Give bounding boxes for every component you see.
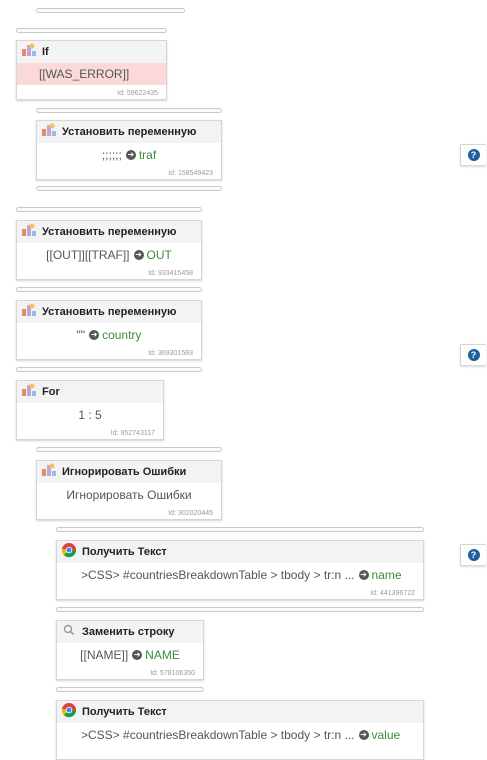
variable-block-icon	[41, 123, 57, 142]
block-id: Id: 158549423	[168, 170, 213, 177]
connector	[56, 527, 424, 532]
block-title: For	[42, 386, 60, 398]
block-id: Id: 952743117	[110, 430, 155, 437]
connector	[16, 28, 167, 33]
block-value: ;;;;;; ➜ traf	[101, 148, 157, 162]
block-id: Id: 441396722	[370, 590, 415, 597]
arrow-right-circle-icon: ➜	[358, 730, 369, 740]
variable-name: name	[371, 568, 402, 582]
variable-name: traf	[138, 148, 157, 162]
arrow-right-circle-icon: ➜	[133, 250, 144, 260]
block-if[interactable]: If [[WAS_ERROR]] Id: 59622435	[16, 40, 167, 100]
connector	[36, 186, 222, 191]
block-value: [[OUT]][[TRAF]] ➜ OUT	[46, 248, 172, 262]
block-set-variable[interactable]: Установить переменную "" ➜ country Id: 3…	[16, 300, 202, 360]
connector	[16, 367, 202, 372]
block-id: Id: 369301583	[148, 350, 193, 357]
variable-block-icon	[21, 223, 37, 242]
block-title: If	[42, 46, 49, 58]
block-range: 1 : 5	[78, 408, 102, 422]
help-button[interactable]: ?	[460, 144, 486, 166]
block-for[interactable]: For 1 : 5 Id: 952743117	[16, 380, 164, 440]
block-condition: [[WAS_ERROR]]	[17, 63, 166, 85]
connector	[56, 607, 424, 612]
arrow-right-circle-icon: ➜	[358, 570, 369, 580]
variable-name: value	[371, 728, 401, 742]
help-icon: ?	[467, 549, 480, 561]
variable-block-icon	[21, 383, 37, 402]
chrome-icon	[61, 702, 77, 723]
block-set-variable[interactable]: Установить переменную [[OUT]][[TRAF]] ➜ …	[16, 220, 202, 280]
variable-block-icon	[21, 303, 37, 322]
connector	[16, 207, 202, 212]
variable-block-icon	[21, 43, 37, 62]
block-value: >CSS> #countriesBreakdownTable > tbody >…	[81, 728, 401, 742]
arrow-right-circle-icon: ➜	[89, 330, 100, 340]
variable-name: NAME	[145, 648, 180, 662]
block-get-text[interactable]: Получить Текст >CSS> #countriesBreakdown…	[56, 700, 424, 760]
block-id: Id: 578106350	[150, 670, 195, 677]
connector	[36, 447, 222, 452]
block-title: Установить переменную	[62, 126, 197, 138]
block-get-text[interactable]: Получить Текст >CSS> #countriesBreakdown…	[56, 540, 424, 600]
block-value: "" ➜ country	[76, 328, 142, 342]
connector	[16, 287, 202, 292]
block-title: Получить Текст	[82, 546, 167, 558]
block-set-variable[interactable]: Установить переменную ;;;;;; ➜ traf Id: …	[36, 120, 222, 180]
block-ignore-errors[interactable]: Игнорировать Ошибки Игнорировать Ошибки …	[36, 460, 222, 520]
help-icon: ?	[467, 349, 480, 361]
block-title: Установить переменную	[42, 226, 177, 238]
variable-name: OUT	[146, 248, 172, 262]
block-id: Id: 933415458	[148, 270, 193, 277]
block-id: Id: 59622435	[117, 90, 158, 97]
block-value: Игнорировать Ошибки	[66, 488, 192, 502]
search-icon	[61, 623, 77, 642]
connector	[56, 687, 204, 692]
arrow-right-circle-icon: ➜	[125, 150, 136, 160]
help-icon: ?	[467, 149, 480, 161]
connector	[36, 108, 222, 113]
variable-block-icon	[41, 463, 57, 482]
block-title: Установить переменную	[42, 306, 177, 318]
block-title: Заменить строку	[82, 626, 175, 638]
chrome-icon	[61, 542, 77, 563]
block-title: Получить Текст	[82, 706, 167, 718]
block-id: Id: 302020445	[168, 510, 213, 517]
help-button[interactable]: ?	[460, 344, 486, 366]
connector	[36, 8, 185, 13]
block-value: [[NAME]] ➜ NAME	[80, 648, 180, 662]
block-title: Игнорировать Ошибки	[62, 466, 187, 478]
arrow-right-circle-icon: ➜	[132, 650, 143, 660]
help-button[interactable]: ?	[460, 544, 486, 566]
block-replace-string[interactable]: Заменить строку [[NAME]] ➜ NAME Id: 5781…	[56, 620, 204, 680]
variable-name: country	[102, 328, 142, 342]
block-value: >CSS> #countriesBreakdownTable > tbody >…	[81, 568, 402, 582]
